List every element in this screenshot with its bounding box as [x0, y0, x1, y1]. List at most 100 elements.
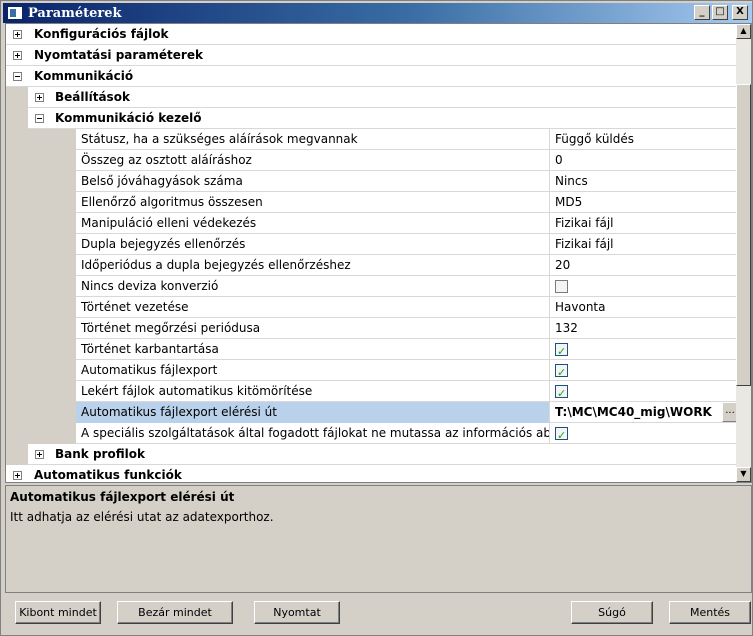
property-name: Történet karbantartása: [76, 339, 550, 360]
close-button[interactable]: X: [732, 5, 748, 20]
category-label: Kommunikáció: [34, 69, 134, 83]
indent-gutter: [6, 87, 28, 108]
category-config-files[interactable]: Konfigurációs fájlok: [6, 24, 738, 45]
property-name: Státusz, ha a szükséges aláírások megvan…: [76, 129, 550, 150]
indent-gutter: [6, 339, 76, 360]
indent-gutter: [6, 192, 76, 213]
property-value[interactable]: 20: [550, 255, 738, 276]
property-row[interactable]: Automatikus fájlexport: [6, 360, 738, 381]
property-row[interactable]: Manipuláció elleni védekezés Fizikai fáj…: [6, 213, 738, 234]
indent-gutter: [6, 381, 76, 402]
app-icon: [7, 6, 23, 20]
indent-gutter: [6, 402, 76, 423]
scroll-thumb[interactable]: [736, 84, 751, 386]
property-row[interactable]: Történet karbantartása: [6, 339, 738, 360]
scroll-up-icon[interactable]: ▲: [736, 24, 751, 39]
expand-all-button[interactable]: Kibont mindet: [15, 601, 101, 624]
property-row[interactable]: Lekért fájlok automatikus kitömörítése: [6, 381, 738, 402]
property-name: Összeg az osztott aláíráshoz: [76, 150, 550, 171]
scroll-down-icon[interactable]: ▼: [736, 467, 751, 482]
property-row[interactable]: Történet vezetése Havonta: [6, 297, 738, 318]
property-value[interactable]: 0: [550, 150, 738, 171]
window-controls: _ □ X: [694, 5, 748, 20]
title-bar[interactable]: Paraméterek _ □ X: [3, 3, 752, 23]
collapse-icon[interactable]: [13, 72, 22, 81]
expand-icon[interactable]: [35, 450, 44, 459]
window-title: Paraméterek: [28, 5, 122, 21]
property-value[interactable]: Függő küldés: [550, 129, 738, 150]
category-bank-profiles[interactable]: Bank profilok: [6, 444, 738, 465]
property-name: Időperiódus a dupla bejegyzés ellenőrzés…: [76, 255, 550, 276]
category-label: Kommunikáció kezelő: [55, 111, 202, 125]
description-title: Automatikus fájlexport elérési út: [10, 490, 235, 504]
property-row-selected[interactable]: Automatikus fájlexport elérési út T:\MC\…: [6, 402, 738, 423]
expand-icon[interactable]: [13, 51, 22, 60]
indent-gutter: [6, 150, 76, 171]
description-panel: Automatikus fájlexport elérési út Itt ad…: [5, 485, 752, 593]
parameters-window: Paraméterek _ □ X Konfigurációs fájlok N…: [0, 0, 753, 636]
indent-gutter: [6, 360, 76, 381]
property-value[interactable]: Fizikai fájl: [550, 213, 738, 234]
save-button[interactable]: Mentés: [669, 601, 751, 624]
property-name: A speciális szolgáltatások által fogadot…: [76, 423, 550, 444]
category-comm-handler[interactable]: Kommunikáció kezelő: [6, 108, 738, 129]
auto-file-export-checkbox[interactable]: [555, 363, 568, 381]
property-row[interactable]: Dupla bejegyzés ellenőrzés Fizikai fájl: [6, 234, 738, 255]
property-value[interactable]: Nincs: [550, 171, 738, 192]
property-name: Lekért fájlok automatikus kitömörítése: [76, 381, 550, 402]
property-value: [550, 360, 738, 381]
vertical-scrollbar[interactable]: ▲ ▼: [736, 24, 751, 482]
property-row[interactable]: Belső jóváhagyások száma Nincs: [6, 171, 738, 192]
category-settings[interactable]: Beállítások: [6, 87, 738, 108]
indent-gutter: [6, 129, 76, 150]
property-value: [550, 339, 738, 360]
category-auto-functions[interactable]: Automatikus funkciók: [6, 465, 738, 482]
expand-icon[interactable]: [13, 471, 22, 480]
hide-special-files-checkbox[interactable]: [555, 426, 568, 444]
category-label: Konfigurációs fájlok: [34, 27, 169, 41]
property-rows: Konfigurációs fájlok Nyomtatási paraméte…: [6, 24, 738, 482]
property-value[interactable]: Fizikai fájl: [550, 234, 738, 255]
indent-gutter: [6, 234, 76, 255]
property-row[interactable]: Státusz, ha a szükséges aláírások megvan…: [6, 129, 738, 150]
property-name: Belső jóváhagyások száma: [76, 171, 550, 192]
maximize-button[interactable]: □: [712, 5, 728, 20]
property-value: [550, 423, 738, 444]
indent-gutter: [6, 444, 28, 465]
expand-icon[interactable]: [35, 93, 44, 102]
property-name: Automatikus fájlexport elérési út: [76, 402, 550, 423]
indent-gutter: [6, 213, 76, 234]
property-grid: Konfigurációs fájlok Nyomtatási paraméte…: [5, 23, 752, 483]
indent-gutter: [6, 276, 76, 297]
collapse-icon[interactable]: [35, 114, 44, 123]
help-button[interactable]: Súgó: [571, 601, 653, 624]
property-row[interactable]: Időperiódus a dupla bejegyzés ellenőrzés…: [6, 255, 738, 276]
export-path-input[interactable]: T:\MC\MC40_mig\WORK: [550, 402, 738, 423]
property-row[interactable]: Történet megőrzési periódusa 132: [6, 318, 738, 339]
property-name: Ellenőrző algoritmus összesen: [76, 192, 550, 213]
collapse-all-button[interactable]: Bezár mindet: [117, 601, 233, 624]
property-value[interactable]: MD5: [550, 192, 738, 213]
property-name: Történet megőrzési periódusa: [76, 318, 550, 339]
property-row[interactable]: Összeg az osztott aláíráshoz 0: [6, 150, 738, 171]
minimize-button[interactable]: _: [694, 5, 710, 20]
indent-gutter: [6, 171, 76, 192]
expand-icon[interactable]: [13, 30, 22, 39]
property-value[interactable]: Havonta: [550, 297, 738, 318]
category-print-params[interactable]: Nyomtatási paraméterek: [6, 45, 738, 66]
property-row[interactable]: A speciális szolgáltatások által fogadot…: [6, 423, 738, 444]
no-currency-conversion-checkbox[interactable]: [555, 280, 568, 293]
property-name: Dupla bejegyzés ellenőrzés: [76, 234, 550, 255]
history-maintenance-checkbox[interactable]: [555, 342, 568, 360]
property-value[interactable]: 132: [550, 318, 738, 339]
indent-gutter: [6, 297, 76, 318]
description-text: Itt adhatja az elérési utat az adatexpor…: [10, 510, 274, 524]
category-label: Bank profilok: [55, 447, 145, 461]
auto-unzip-checkbox[interactable]: [555, 384, 568, 402]
property-row[interactable]: Nincs deviza konverzió: [6, 276, 738, 297]
print-button[interactable]: Nyomtat: [254, 601, 340, 624]
property-row[interactable]: Ellenőrző algoritmus összesen MD5: [6, 192, 738, 213]
category-communication[interactable]: Kommunikáció: [6, 66, 738, 87]
category-label: Beállítások: [55, 90, 130, 104]
property-name: Nincs deviza konverzió: [76, 276, 550, 297]
